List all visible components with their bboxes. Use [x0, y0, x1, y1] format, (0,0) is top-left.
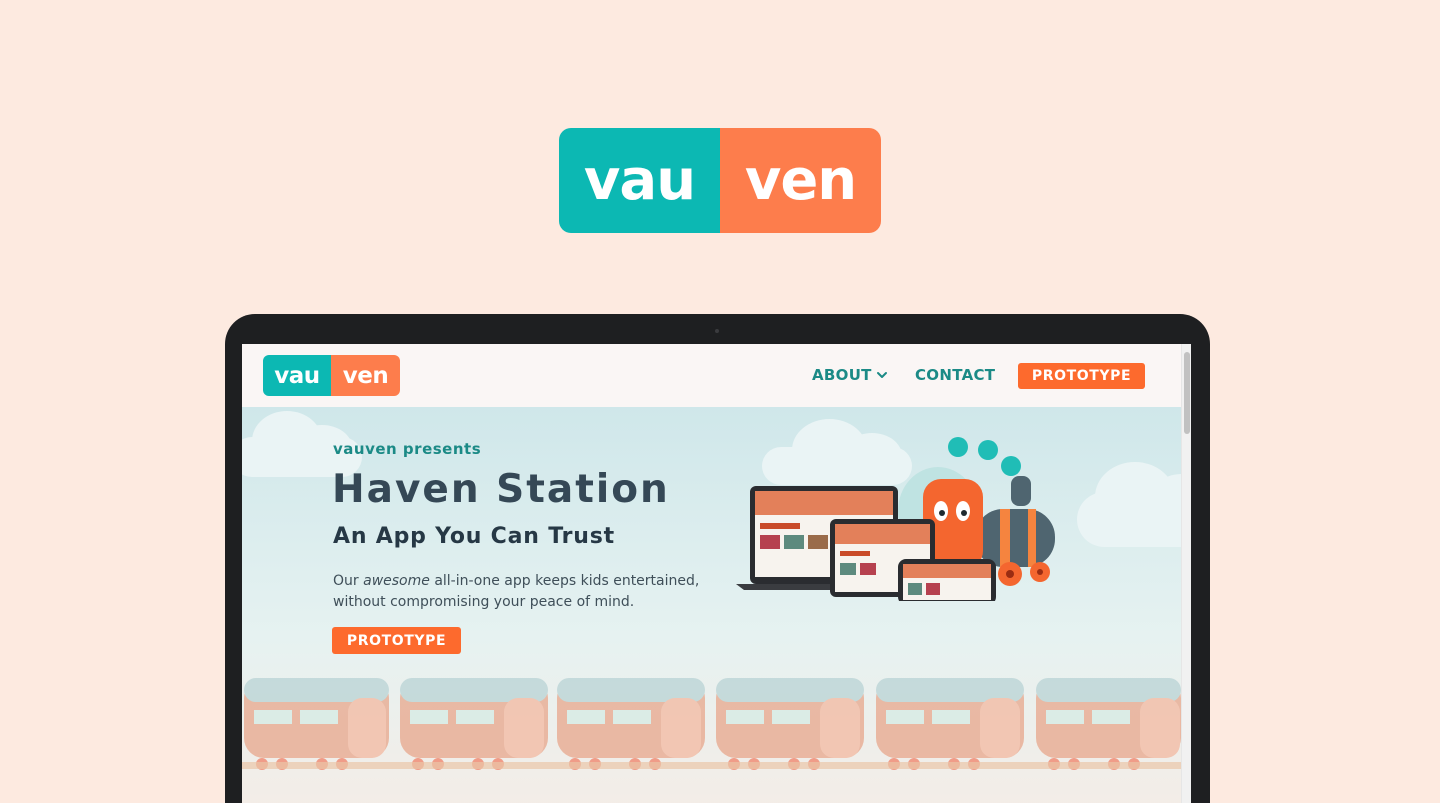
- hero-title: Haven Station: [332, 467, 670, 512]
- nav-about-link[interactable]: ABOUT: [812, 366, 888, 384]
- hero-subtitle: An App You Can Trust: [333, 524, 615, 549]
- nav-logo-left: vau: [263, 355, 331, 396]
- nav-about-label: ABOUT: [812, 366, 872, 384]
- site-nav: vau ven ABOUT CONTACT PROTOTYPE: [242, 344, 1181, 407]
- cloud-decoration: [1077, 462, 1181, 547]
- laptop-frame: vau ven ABOUT CONTACT PROTOTYPE vauven p…: [225, 314, 1210, 803]
- brand-logo-right: ven: [720, 128, 881, 233]
- carriage: [876, 678, 1024, 770]
- camera-dot: [715, 329, 719, 333]
- hero-prototype-label: PROTOTYPE: [346, 632, 447, 649]
- nav-prototype-button[interactable]: PROTOTYPE: [1018, 363, 1145, 389]
- laptop-screen: vau ven ABOUT CONTACT PROTOTYPE vauven p…: [242, 344, 1191, 803]
- hero-desc-part: Our: [333, 573, 364, 589]
- nav-contact-label: CONTACT: [915, 366, 996, 384]
- brand-logo-left-text: vau: [583, 147, 696, 213]
- carriage: [400, 678, 548, 770]
- train-carriages-illustration: [244, 678, 1181, 770]
- nav-logo-left-text: vau: [274, 362, 320, 389]
- hero-presents: vauven presents: [333, 440, 482, 458]
- nav-logo-right-text: ven: [342, 362, 389, 389]
- carriage: [244, 678, 389, 770]
- carriage: [716, 678, 864, 770]
- devices-train-illustration: [736, 437, 1055, 601]
- nav-logo[interactable]: vau ven: [263, 355, 400, 396]
- scrollbar-thumb[interactable]: [1184, 352, 1190, 434]
- carriage: [557, 678, 705, 770]
- brand-logo: vau ven: [559, 128, 881, 233]
- hero-prototype-button[interactable]: PROTOTYPE: [332, 627, 461, 654]
- brand-logo-right-text: ven: [744, 147, 857, 213]
- brand-logo-left: vau: [559, 128, 720, 233]
- hero-section: vauven presents Haven Station An App You…: [242, 407, 1181, 803]
- nav-prototype-label: PROTOTYPE: [1031, 368, 1132, 384]
- nav-logo-right: ven: [331, 355, 400, 396]
- hero-desc-emphasis: awesome: [363, 573, 430, 589]
- nav-contact-link[interactable]: CONTACT: [915, 366, 995, 384]
- hero-description: Our awesome all-in-one app keeps kids en…: [333, 571, 713, 613]
- rail-track: [242, 762, 1181, 769]
- carriage: [1036, 678, 1181, 770]
- page-scrollbar[interactable]: [1181, 344, 1191, 803]
- chevron-down-icon: [876, 372, 887, 378]
